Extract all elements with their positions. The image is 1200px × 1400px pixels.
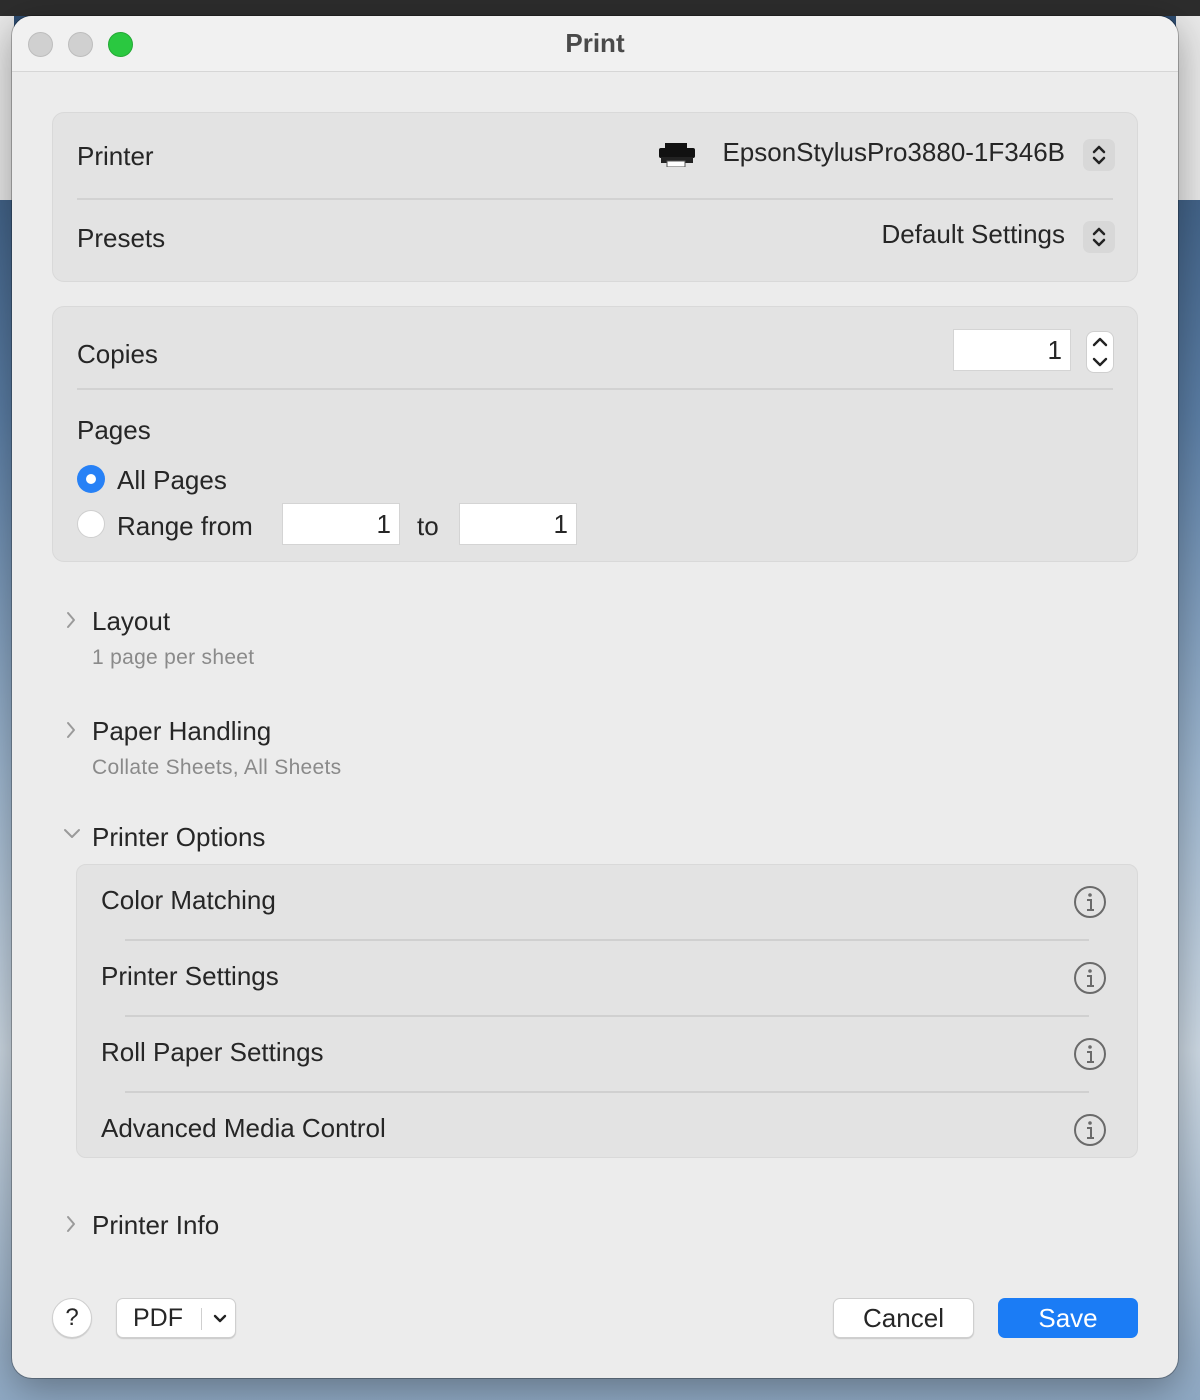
pdf-label: PDF bbox=[133, 1304, 183, 1332]
list-item[interactable]: Color Matching bbox=[77, 865, 1137, 941]
roll-paper-settings-label: Roll Paper Settings bbox=[101, 1037, 324, 1067]
paper-handling-section-summary: Collate Sheets, All Sheets bbox=[92, 756, 342, 779]
info-icon[interactable] bbox=[1073, 885, 1107, 919]
chevron-right-icon[interactable] bbox=[64, 610, 78, 630]
panel-divider bbox=[77, 388, 1113, 390]
presets-popup[interactable]: Default Settings bbox=[813, 217, 1115, 257]
pages-label: Pages bbox=[77, 415, 151, 445]
copies-stepper[interactable] bbox=[1086, 331, 1114, 373]
range-from-field[interactable]: 1 bbox=[282, 503, 400, 545]
list-item[interactable]: Roll Paper Settings bbox=[77, 1017, 1137, 1093]
color-matching-label: Color Matching bbox=[101, 885, 276, 915]
range-from-label[interactable]: Range from bbox=[117, 511, 253, 542]
background-window-right bbox=[1176, 16, 1200, 200]
range-radio[interactable] bbox=[77, 510, 105, 538]
chevron-right-icon[interactable] bbox=[64, 1214, 78, 1234]
pdf-menu-button[interactable]: PDF bbox=[116, 1298, 236, 1338]
all-pages-label[interactable]: All Pages bbox=[117, 465, 227, 496]
presets-popup-arrows-icon bbox=[1083, 221, 1115, 253]
stepper-up-icon[interactable] bbox=[1092, 335, 1108, 349]
range-to-label: to bbox=[417, 511, 439, 541]
presets-label: Presets bbox=[77, 223, 166, 253]
copies-field[interactable]: 1 bbox=[953, 329, 1071, 371]
layout-section-title[interactable]: Layout bbox=[92, 606, 170, 637]
printer-label: Printer bbox=[77, 141, 154, 171]
chevron-down-icon[interactable] bbox=[211, 1309, 229, 1327]
pdf-button-separator bbox=[201, 1308, 202, 1330]
list-item[interactable]: Advanced Media Control bbox=[77, 1093, 1137, 1169]
screen-top-bar bbox=[0, 0, 1200, 16]
info-icon[interactable] bbox=[1073, 961, 1107, 995]
print-dialog: Print Printer EpsonStylusPro3880-1F346B … bbox=[12, 16, 1178, 1378]
presets-value: Default Settings bbox=[881, 219, 1065, 249]
layout-section-summary: 1 page per sheet bbox=[92, 646, 255, 669]
printer-value: EpsonStylusPro3880-1F346B bbox=[722, 137, 1065, 167]
printer-info-section-title[interactable]: Printer Info bbox=[92, 1210, 219, 1241]
chevron-down-icon[interactable] bbox=[62, 826, 82, 840]
save-button[interactable]: Save bbox=[998, 1298, 1138, 1338]
cancel-button[interactable]: Cancel bbox=[833, 1298, 974, 1338]
list-item[interactable]: Printer Settings bbox=[77, 941, 1137, 1017]
printer-popup[interactable]: EpsonStylusPro3880-1F346B bbox=[653, 135, 1115, 175]
stepper-down-icon[interactable] bbox=[1092, 355, 1108, 369]
advanced-media-control-label: Advanced Media Control bbox=[101, 1113, 386, 1143]
printer-options-section-title[interactable]: Printer Options bbox=[92, 822, 265, 853]
chevron-right-icon[interactable] bbox=[64, 720, 78, 740]
printer-icon bbox=[659, 143, 695, 167]
panel-divider bbox=[77, 198, 1113, 200]
info-icon[interactable] bbox=[1073, 1113, 1107, 1147]
printer-settings-label: Printer Settings bbox=[101, 961, 279, 991]
info-icon[interactable] bbox=[1073, 1037, 1107, 1071]
copies-pages-panel: Copies 1 Pages All Pages Range from 1 to… bbox=[52, 306, 1138, 562]
printer-popup-arrows-icon bbox=[1083, 139, 1115, 171]
range-to-field[interactable]: 1 bbox=[459, 503, 577, 545]
copies-label: Copies bbox=[77, 339, 158, 369]
all-pages-radio[interactable] bbox=[77, 465, 105, 493]
paper-handling-section-title[interactable]: Paper Handling bbox=[92, 716, 271, 747]
printer-options-list: Color Matching Printer Settings Roll Pap… bbox=[76, 864, 1138, 1158]
window-title: Print bbox=[565, 28, 625, 58]
help-button[interactable]: ? bbox=[52, 1298, 92, 1338]
title-bar: Print bbox=[12, 16, 1178, 72]
printer-presets-panel: Printer EpsonStylusPro3880-1F346B Preset… bbox=[52, 112, 1138, 282]
